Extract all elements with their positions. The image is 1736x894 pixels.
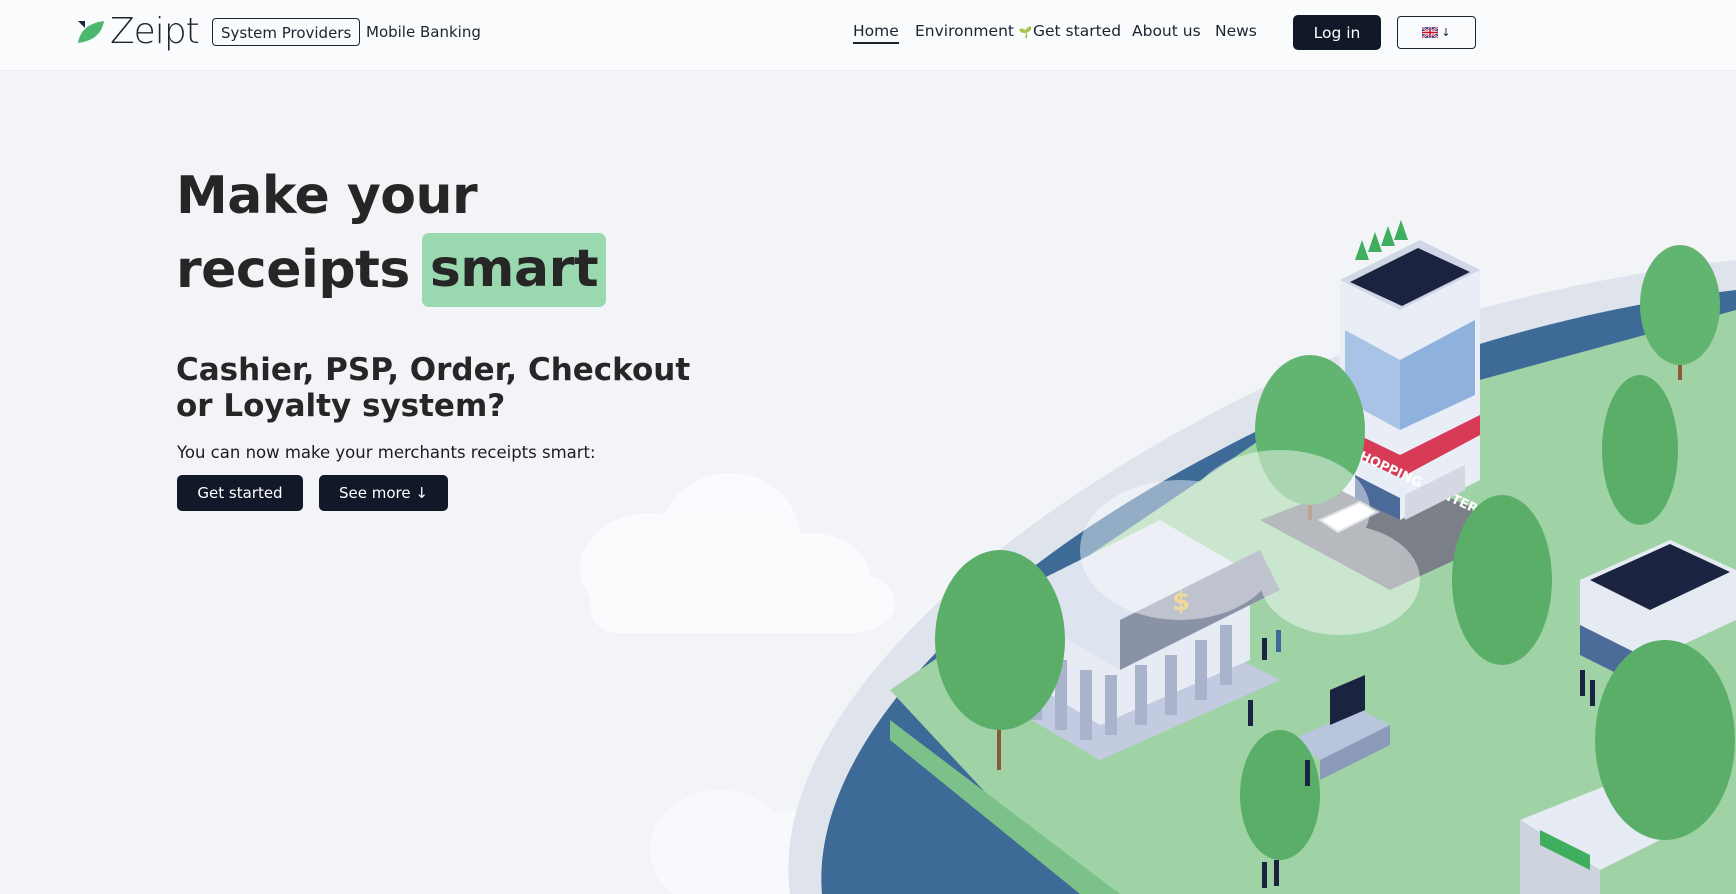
headline-prefix: receipts [176, 239, 410, 300]
see-more-button[interactable]: See more ↓ [319, 475, 448, 511]
hero-lead-text: You can now make your merchants receipts… [177, 443, 596, 462]
headline-line-1: Make your [176, 166, 478, 226]
shopping-center-building: SHOPPING CENTER [1338, 220, 1480, 520]
zeipt-logo[interactable]: Zeipt [76, 11, 200, 52]
leaf-logo-icon [78, 21, 104, 43]
hero-headline: Make your receipts smart [176, 160, 607, 307]
nav-environment-label: Environment [915, 22, 1014, 40]
nav-about-us[interactable]: About us [1132, 22, 1201, 40]
get-started-button[interactable]: Get started [177, 475, 303, 511]
nav-environment[interactable]: Environment 🌱 [915, 22, 1033, 40]
login-button[interactable]: Log in [1293, 15, 1381, 50]
tab-mobile-banking[interactable]: Mobile Banking [358, 18, 489, 46]
nav-news[interactable]: News [1215, 22, 1257, 40]
language-selector[interactable]: ↓ [1397, 16, 1476, 49]
headline-line-2: receipts smart [176, 233, 607, 307]
tab-system-providers[interactable]: System Providers [212, 18, 361, 46]
top-navigation-bar: Zeipt System Providers Mobile Banking Ho… [0, 0, 1736, 71]
nav-home[interactable]: Home [853, 22, 899, 44]
city-illustration: $ SHOPPING CENTER [788, 220, 1736, 894]
language-arrow-icon: ↓ [1441, 26, 1451, 39]
sprout-icon: 🌱 [1018, 26, 1033, 39]
tab-mobile-banking-label: Mobile Banking [366, 23, 481, 41]
brand-name: Zeipt [110, 11, 200, 52]
nav-get-started[interactable]: Get started [1033, 22, 1121, 40]
uk-flag-icon [1422, 27, 1439, 38]
tab-system-providers-label: System Providers [221, 24, 352, 42]
